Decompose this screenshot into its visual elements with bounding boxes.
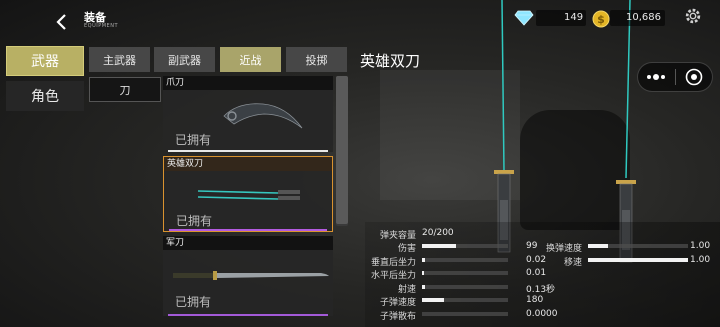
saber-icon	[173, 271, 329, 280]
stat-value: 0.01	[526, 268, 547, 279]
coin-count: 10,686	[626, 12, 661, 23]
gem-count: 149	[564, 12, 584, 23]
diamond-icon	[514, 10, 534, 26]
stat-value: 1.00	[690, 241, 711, 251]
tab-primary-weapon[interactable]: 主武器	[89, 47, 150, 72]
stat-bar	[588, 244, 688, 248]
more-button[interactable]	[638, 63, 675, 91]
weapon-card-hero-dual-blades[interactable]: 英雄双刀 已拥有	[163, 156, 333, 232]
stat-label: 伤害	[397, 244, 416, 254]
karambit-icon	[223, 103, 303, 129]
dual-blades-icon	[197, 190, 300, 200]
rarity-bar	[168, 314, 328, 316]
stat-value: 0.0000	[526, 309, 558, 319]
stat-label: 移速	[563, 257, 582, 268]
stat-bar-fill	[588, 257, 688, 262]
stat-bar	[588, 257, 688, 262]
stat-label: 子弹散布	[379, 312, 416, 322]
stat-label-magazine: 弹夹容量	[379, 231, 416, 241]
weapon-card-saber[interactable]: 军刀 已拥有	[163, 236, 333, 316]
stat-value: 1.00	[690, 254, 711, 265]
rarity-bar	[168, 150, 328, 152]
stat-bar-fill	[588, 244, 608, 248]
stat-bar	[422, 284, 508, 289]
stat-bar	[422, 298, 508, 303]
stat-value: 0.13秒	[526, 284, 556, 295]
chevron-left-icon	[56, 14, 66, 30]
back-button[interactable]	[52, 12, 72, 32]
svg-text:$: $	[597, 13, 605, 26]
stat-bar	[422, 271, 508, 276]
stat-bar-fill	[422, 244, 456, 248]
mini-program-capsule	[637, 62, 713, 92]
stat-label: 换弹速度	[545, 244, 582, 254]
weapon-card-name: 爪刀	[163, 76, 333, 90]
stat-bar-fill	[422, 271, 424, 276]
stat-value-magazine: 20/200	[422, 228, 454, 238]
page-subtitle: EQUIPMENT	[84, 23, 119, 29]
tab-melee[interactable]: 近战	[220, 47, 281, 72]
scroll-thumb[interactable]	[336, 76, 348, 224]
weapon-list-scrollbar[interactable]	[336, 76, 348, 226]
stat-bar-fill	[422, 257, 425, 262]
weapon-card-name: 军刀	[163, 236, 333, 250]
weapon-card-name: 英雄双刀	[164, 157, 332, 171]
gear-icon[interactable]	[684, 7, 702, 25]
weapon-card-status: 已拥有	[176, 214, 213, 228]
coin-icon: $	[592, 10, 610, 28]
stat-label: 子弹速度	[379, 298, 416, 309]
stat-bar	[422, 312, 508, 316]
more-dots-icon	[647, 74, 666, 80]
close-button[interactable]	[675, 63, 712, 91]
stat-bar-fill	[422, 284, 425, 289]
subtab-knife[interactable]: 刀	[89, 77, 161, 102]
selected-weapon-title: 英雄双刀	[360, 52, 421, 70]
stat-bar	[422, 244, 508, 248]
category-weapons[interactable]: 武器	[6, 46, 84, 76]
stat-bar-fill	[422, 298, 444, 303]
rarity-bar	[169, 229, 327, 231]
stat-label: 垂直后坐力	[370, 257, 416, 268]
stat-bar	[422, 257, 508, 262]
category-character[interactable]: 角色	[6, 81, 84, 111]
tab-throwable[interactable]: 投掷	[286, 47, 347, 72]
tab-secondary-weapon[interactable]: 副武器	[154, 47, 215, 72]
weapon-card-karambit[interactable]: 爪刀 已拥有	[163, 76, 333, 152]
weapon-card-status: 已拥有	[175, 295, 212, 309]
stat-label: 水平后坐力	[370, 271, 416, 282]
stat-label: 射速	[397, 284, 416, 295]
close-circle-icon	[685, 68, 703, 86]
stat-value: 180	[526, 295, 544, 306]
weapon-card-status: 已拥有	[175, 133, 212, 147]
